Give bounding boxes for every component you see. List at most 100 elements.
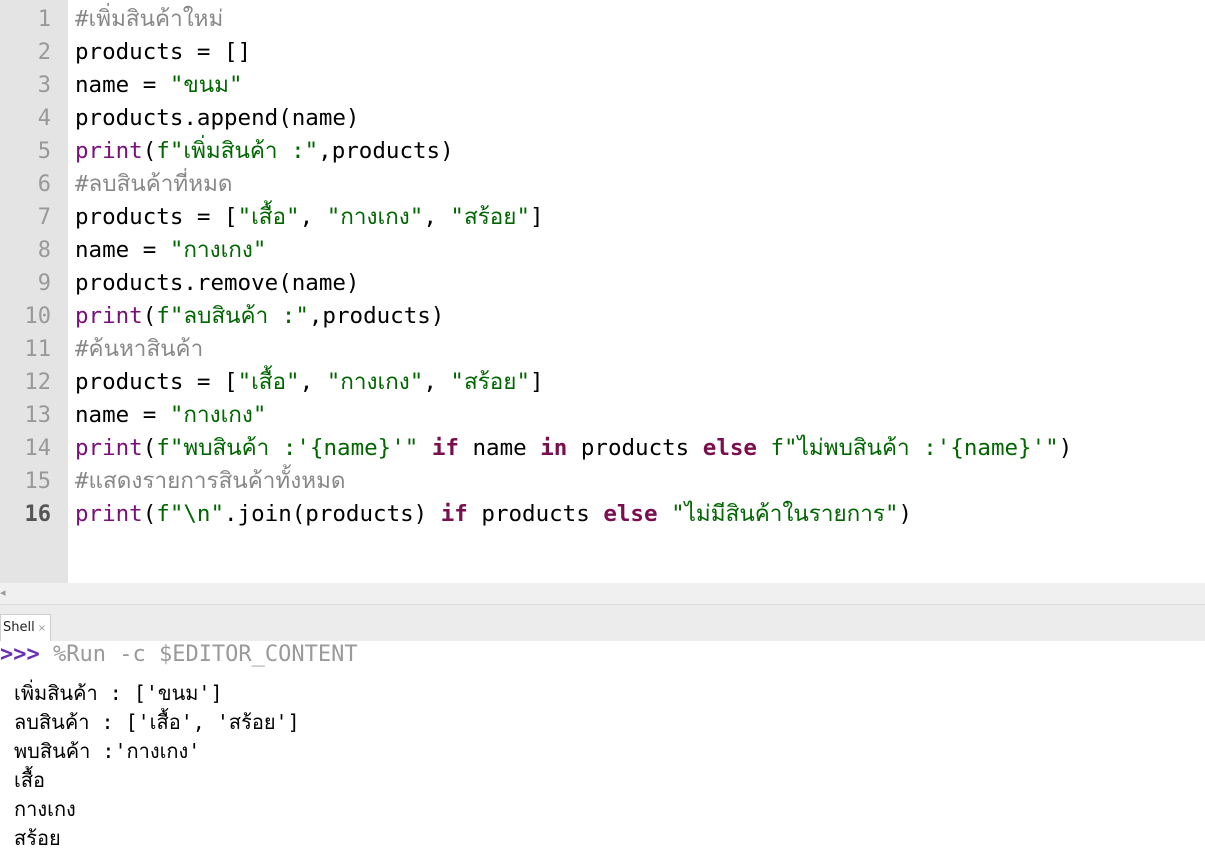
shell-command-line: >>> %Run -c $EDITOR_CONTENT bbox=[0, 641, 358, 669]
shell-tab-bar: Shell × bbox=[0, 605, 1205, 642]
code-token: f"\n" bbox=[156, 501, 225, 527]
code-token: else bbox=[603, 501, 658, 527]
line-number: 14 bbox=[24, 436, 52, 461]
code-line[interactable]: print(f"ลบสินค้า :",products) bbox=[75, 300, 444, 333]
code-token: name = bbox=[75, 237, 170, 263]
code-token: else bbox=[702, 435, 757, 461]
code-token: "ขนม" bbox=[169, 72, 243, 98]
line-number: 15 bbox=[24, 469, 52, 494]
code-token: , bbox=[423, 204, 451, 230]
code-token: , bbox=[299, 204, 327, 230]
code-token: f"เพิ่มสินค้า :" bbox=[156, 138, 319, 164]
line-number: 11 bbox=[24, 337, 52, 362]
code-token: products.remove(name) bbox=[75, 270, 360, 296]
tab-shell-label: Shell bbox=[3, 620, 35, 635]
code-token: #ลบสินค้าที่หมด bbox=[75, 171, 233, 197]
code-token: "กางเกง" bbox=[326, 369, 424, 395]
code-token: "กางเกง" bbox=[326, 204, 424, 230]
shell-output-line: ลบสินค้า : ['เสื้อ', 'สร้อย'] bbox=[14, 710, 300, 734]
code-line[interactable]: #แสดงรายการสินค้าทั้งหมด bbox=[75, 465, 346, 498]
code-token: .join(products) bbox=[224, 501, 441, 527]
line-number: 2 bbox=[37, 40, 51, 65]
code-token: print bbox=[75, 138, 143, 164]
line-number: 9 bbox=[37, 271, 51, 296]
code-token: ,products) bbox=[308, 303, 445, 329]
code-token: "สร้อย" bbox=[450, 369, 531, 395]
shell-output-line: เพิ่มสินค้า : ['ขนม'] bbox=[14, 681, 223, 705]
line-number: 16 bbox=[24, 502, 52, 527]
code-token: f"พบสินค้า :'{name}'" bbox=[156, 435, 419, 461]
code-token: ) bbox=[1058, 435, 1073, 461]
shell-output-line: กางเกง bbox=[14, 797, 76, 821]
code-token: f"ลบสินค้า :" bbox=[156, 303, 309, 329]
tab-shell[interactable]: Shell × bbox=[0, 614, 52, 642]
shell-output-line: สร้อย bbox=[14, 826, 61, 850]
code-line[interactable]: products = ["เสื้อ", "กางเกง", "สร้อย"] bbox=[75, 201, 544, 234]
code-token: if bbox=[440, 501, 468, 527]
code-token: ( bbox=[142, 435, 157, 461]
code-token: print bbox=[75, 501, 143, 527]
code-token: print bbox=[75, 435, 143, 461]
horizontal-scrollbar[interactable]: ◂ bbox=[0, 583, 1205, 605]
code-line[interactable]: products = [] bbox=[75, 36, 251, 69]
shell-output-line: พบสินค้า :'กางเกง' bbox=[14, 739, 201, 763]
line-number-gutter: 1 2 3 4 5 6 7 8 9 10 11 12 13 14 15 16 bbox=[0, 0, 68, 583]
code-token: products = [ bbox=[75, 204, 238, 230]
code-token: ] bbox=[530, 204, 544, 230]
code-token: #แสดงรายการสินค้าทั้งหมด bbox=[75, 468, 346, 494]
code-line[interactable]: #ลบสินค้าที่หมด bbox=[75, 168, 233, 201]
code-token: , bbox=[423, 369, 451, 395]
line-number: 4 bbox=[37, 106, 51, 131]
code-editor[interactable]: 1 2 3 4 5 6 7 8 9 10 11 12 13 14 15 16 #เพิ่มสินค้าใหม่… bbox=[0, 0, 1205, 583]
code-line[interactable]: print(f"\n".join(products) if products e… bbox=[75, 498, 912, 531]
code-token: products bbox=[467, 501, 604, 527]
line-number: 13 bbox=[24, 403, 52, 428]
line-number: 6 bbox=[37, 172, 51, 197]
code-line[interactable]: products.remove(name) bbox=[75, 267, 359, 300]
code-token: "ไม่มีสินค้าในรายการ" bbox=[671, 501, 899, 527]
line-number: 7 bbox=[37, 205, 51, 230]
code-token: "กางเกง" bbox=[169, 237, 267, 263]
code-line[interactable]: products = ["เสื้อ", "กางเกง", "สร้อย"] bbox=[75, 366, 544, 399]
line-number: 10 bbox=[24, 304, 52, 329]
shell-command: %Run -c $EDITOR_CONTENT bbox=[39, 642, 358, 667]
code-token: products = [] bbox=[75, 39, 252, 65]
code-token: f"ไม่พบสินค้า :'{name}'" bbox=[770, 435, 1059, 461]
shell-console[interactable]: >>> %Run -c $EDITOR_CONTENT เพิ่มสินค้า … bbox=[0, 641, 1205, 859]
shell-output-line: เสื้อ bbox=[14, 768, 46, 792]
code-line[interactable]: print(f"พบสินค้า :'{name}'" if name in p… bbox=[75, 432, 1072, 465]
line-number: 8 bbox=[37, 238, 51, 263]
code-token: if bbox=[431, 435, 459, 461]
code-token: #ค้นหาสินค้า bbox=[75, 336, 204, 362]
scroll-left-arrow-icon[interactable]: ◂ bbox=[0, 586, 6, 599]
code-line[interactable]: print(f"เพิ่มสินค้า :",products) bbox=[75, 135, 454, 168]
code-token: ( bbox=[142, 138, 157, 164]
code-token: products bbox=[567, 435, 703, 461]
code-token: "กางเกง" bbox=[169, 402, 267, 428]
code-token: "สร้อย" bbox=[450, 204, 531, 230]
code-line[interactable]: #ค้นหาสินค้า bbox=[75, 333, 203, 366]
code-token: ) bbox=[898, 501, 913, 527]
code-token: ( bbox=[142, 303, 157, 329]
code-token: products = [ bbox=[75, 369, 238, 395]
code-token: ( bbox=[142, 501, 157, 527]
code-line[interactable]: #เพิ่มสินค้าใหม่ bbox=[75, 3, 223, 36]
code-token: name = bbox=[75, 72, 170, 98]
code-line[interactable]: name = "กางเกง" bbox=[75, 234, 266, 267]
code-token: "เสื้อ" bbox=[237, 204, 300, 230]
code-token: products.append(name) bbox=[75, 105, 360, 131]
line-number: 12 bbox=[24, 370, 52, 395]
code-token: print bbox=[75, 303, 143, 329]
code-token: name = bbox=[75, 402, 170, 428]
code-line[interactable]: name = "กางเกง" bbox=[75, 399, 266, 432]
code-token: "เสื้อ" bbox=[237, 369, 300, 395]
line-number: 5 bbox=[37, 139, 51, 164]
code-token: in bbox=[540, 435, 568, 461]
close-icon[interactable]: × bbox=[38, 623, 46, 634]
code-token: ,products) bbox=[318, 138, 454, 164]
code-line[interactable]: name = "ขนม" bbox=[75, 69, 243, 102]
code-line[interactable]: products.append(name) bbox=[75, 102, 359, 135]
